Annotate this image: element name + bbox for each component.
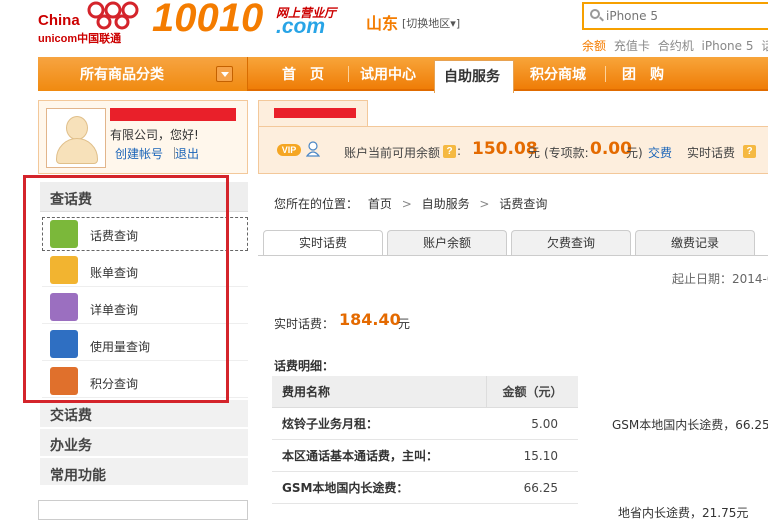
nav-group-buy[interactable]: 团 购 [622, 64, 664, 84]
fee-amount: 5.00 [531, 417, 558, 431]
colon: : [457, 144, 462, 158]
breadcrumb-current: 话费查询 [499, 197, 548, 211]
highlight-annotation-box [23, 175, 229, 403]
hot-link-recharge-card[interactable]: 充值卡 [614, 39, 650, 53]
avatar-head-icon [66, 116, 88, 140]
fee-amount: 15.10 [523, 449, 558, 463]
search-input[interactable] [606, 7, 766, 25]
table-row: 本区通话基本通话费，主叫： 15.10 [272, 440, 578, 472]
fee-detail-title: 话费明细： [274, 359, 335, 373]
hot-link-fee[interactable]: 话费 [761, 39, 768, 53]
nav-home[interactable]: 首 页 [282, 64, 324, 84]
date-range-label: 起止日期：2014-0 [672, 272, 768, 286]
switch-region-link[interactable]: [切换地区▾] [402, 15, 460, 31]
table-row: GSM本地国内长途费： 66.25 [272, 472, 578, 504]
nav-divider [348, 66, 349, 82]
fee-side-note: 地省内长途费，21.75元 [618, 506, 749, 520]
breadcrumb-self-service[interactable]: 自助服务 [422, 197, 470, 211]
redacted-account-name [274, 108, 356, 118]
dedicated-fund-label: (专项款: [544, 146, 589, 160]
create-account-link[interactable]: 创建帐号 [115, 145, 163, 162]
table-row: 炫铃子业务月租： 5.00 [272, 408, 578, 440]
vip-badge: VIP [277, 144, 301, 156]
breadcrumb-home[interactable]: 首页 [368, 197, 392, 211]
breadcrumb-separator: > [401, 197, 412, 211]
hot-link-balance[interactable]: 余额 [582, 39, 606, 53]
all-categories-label: 所有商品分类 [80, 67, 164, 83]
fee-name: 本区通话基本通话费，主叫： [282, 449, 439, 463]
logout-link[interactable]: 退出 [175, 145, 199, 162]
help-question-icon[interactable]: ? [743, 145, 756, 158]
nav-points-mall[interactable]: 积分商城 [530, 64, 586, 84]
column-header-name: 费用名称 [282, 385, 331, 399]
sidebar-section-label: 办业务 [50, 438, 92, 454]
balance-label: 账户当前可用余额 [344, 146, 441, 160]
tab-underline [258, 255, 768, 256]
logo-china-text: China [38, 12, 80, 29]
hot-search-links: 余额 充值卡 合约机 iPhone 5 话费 [582, 37, 768, 54]
balance-unit: 元 [528, 146, 541, 160]
realtime-fee-title: 实时话费： [274, 317, 335, 331]
nav-trial-center[interactable]: 试用中心 [360, 64, 416, 84]
greeting-text: 有限公司，您好! [110, 128, 199, 142]
realtime-fee-label: 实时话费 [687, 146, 736, 160]
fee-detail-table: 费用名称 金额（元） 炫铃子业务月租： 5.00 本区通话基本通话费，主叫： 1… [272, 376, 578, 504]
fee-name: GSM本地国内长途费： [282, 481, 409, 495]
nav-self-service[interactable]: 自助服务 [444, 66, 500, 86]
sidebar-section-label: 交话费 [50, 408, 92, 424]
fee-side-note: GSM本地国内长途费，66.25元 [612, 418, 768, 432]
brand-10010: 10010 [152, 0, 264, 40]
breadcrumb: 您所在的位置： 首页 > 自助服务 > 话费查询 [274, 195, 553, 212]
realtime-fee-value: 184.40 [339, 310, 401, 329]
province-name: 山东 [366, 14, 399, 33]
fee-amount: 66.25 [523, 481, 558, 495]
hot-link-contract-phone[interactable]: 合约机 [658, 39, 694, 53]
column-header-amount: 金额（元） [486, 376, 578, 407]
user-icon [306, 141, 320, 157]
logo-unicom-text: unicom中国联通 [38, 33, 122, 45]
fee-name: 炫铃子业务月租： [282, 417, 379, 431]
hot-link-iphone5[interactable]: iPhone 5 [702, 39, 754, 53]
help-question-icon[interactable]: ? [443, 145, 456, 158]
tab-payment-records[interactable]: 缴费记录 [635, 230, 755, 255]
dedicated-fund-unit: 元) [626, 146, 643, 160]
realtime-fee-unit: 元 [398, 317, 411, 331]
breadcrumb-prefix: 您所在的位置： [274, 197, 359, 211]
tab-account-balance[interactable]: 账户余额 [387, 230, 507, 255]
redacted-username [110, 108, 236, 121]
brand-dotcom: .com [276, 15, 326, 38]
chevron-down-icon[interactable] [216, 66, 233, 82]
nav-divider [605, 66, 606, 82]
breadcrumb-separator: > [479, 197, 490, 211]
sidebar-bottom-box [38, 500, 248, 520]
sidebar-section-label: 常用功能 [50, 468, 106, 484]
tab-realtime-fee[interactable]: 实时话费 [263, 230, 383, 256]
tab-arrears-query[interactable]: 欠费查询 [511, 230, 631, 255]
pay-link[interactable]: 交费 [648, 144, 672, 161]
table-header: 费用名称 金额（元） [272, 376, 578, 408]
unicom-knot-logo-icon [87, 1, 139, 30]
